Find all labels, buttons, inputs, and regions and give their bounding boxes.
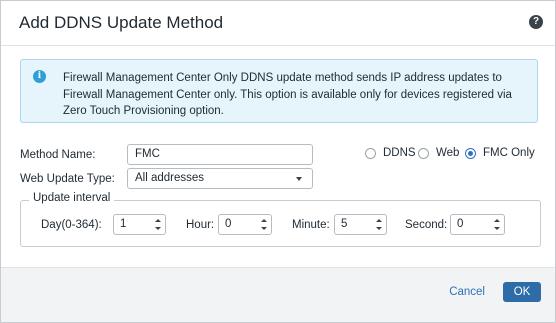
minute-value: 5 xyxy=(341,218,348,230)
cancel-button[interactable]: Cancel xyxy=(449,286,485,298)
info-banner: i Firewall Management Center Only DDNS u… xyxy=(20,59,538,123)
dialog-footer: Cancel OK xyxy=(1,267,555,322)
update-interval-legend: Update interval xyxy=(29,192,115,204)
radio-ddns[interactable] xyxy=(365,148,376,159)
info-text: Firewall Management Center Only DDNS upd… xyxy=(63,72,512,117)
minute-stepper[interactable]: 5 xyxy=(334,214,387,235)
second-label: Second: xyxy=(405,219,448,231)
second-stepper[interactable]: 0 xyxy=(450,214,505,235)
spinner-arrows-icon[interactable] xyxy=(260,218,268,231)
chevron-down-icon xyxy=(296,177,302,181)
hour-stepper[interactable]: 0 xyxy=(218,214,272,235)
radio-fmc-only[interactable] xyxy=(465,148,476,159)
web-update-type-label: Web Update Type: xyxy=(20,173,115,185)
ok-button[interactable]: OK xyxy=(503,282,541,302)
web-update-type-select[interactable]: All addresses xyxy=(127,168,313,189)
minute-label: Minute: xyxy=(292,219,330,231)
second-value: 0 xyxy=(457,218,464,230)
dialog-header: Add DDNS Update Method ? xyxy=(1,1,555,46)
spinner-arrows-icon[interactable] xyxy=(154,218,162,231)
day-label: Day(0-364): xyxy=(41,219,102,231)
question-mark-icon[interactable]: ? xyxy=(529,15,543,29)
info-icon: i xyxy=(33,70,46,83)
hour-value: 0 xyxy=(225,218,232,230)
dialog-title: Add DDNS Update Method xyxy=(19,13,224,32)
day-value: 1 xyxy=(120,218,127,230)
add-ddns-dialog: Add DDNS Update Method ? i Firewall Mana… xyxy=(0,0,556,323)
radio-web-label: Web xyxy=(436,147,460,159)
method-name-input[interactable]: FMC xyxy=(127,144,313,165)
day-stepper[interactable]: 1 xyxy=(113,214,166,235)
spinner-arrows-icon[interactable] xyxy=(493,218,501,231)
hour-label: Hour: xyxy=(186,219,215,231)
web-update-type-value: All addresses xyxy=(135,172,205,184)
radio-web[interactable] xyxy=(418,148,429,159)
radio-fmc-only-label: FMC Only xyxy=(483,147,535,159)
spinner-arrows-icon[interactable] xyxy=(375,218,383,231)
method-name-label: Method Name: xyxy=(20,149,96,161)
radio-ddns-label: DDNS xyxy=(383,147,416,159)
